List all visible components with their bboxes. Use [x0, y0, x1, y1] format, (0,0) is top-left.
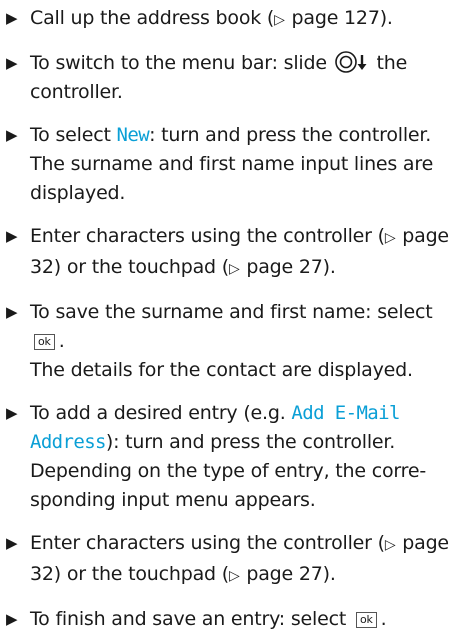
step-add-entry: ▶ To add a desired entry (e.g. Add E-Mai…: [6, 399, 457, 515]
page-ref-icon: ▷: [228, 261, 240, 277]
page-ref-icon: ▷: [274, 12, 285, 28]
step-address-book: ▶ Call up the address book (▷ page 127).: [6, 4, 457, 35]
step-finish-save: ▶ To finish and save an entry: select ok…: [6, 605, 457, 634]
menu-item-new[interactable]: New: [117, 124, 150, 146]
ok-button[interactable]: ok: [34, 334, 55, 350]
bullet-arrow-icon: ▶: [6, 610, 18, 628]
step-save-name: ▶ To save the surname and first name: se…: [6, 298, 457, 385]
ok-button[interactable]: ok: [355, 612, 377, 628]
page-ref-icon: ▷: [228, 568, 240, 584]
step-text: To select New: turn and press the contro…: [30, 124, 434, 204]
page-ref[interactable]: page 27: [246, 256, 322, 278]
bullet-arrow-icon: ▶: [6, 126, 18, 144]
bullet-arrow-icon: ▶: [6, 54, 18, 72]
step-enter-characters-2: ▶ Enter characters using the controller …: [6, 529, 457, 591]
step-menu-bar: ▶ To switch to the menu bar: slide the c…: [6, 49, 457, 107]
bullet-arrow-icon: ▶: [6, 9, 18, 27]
bullet-arrow-icon: ▶: [6, 303, 18, 321]
step-text: To finish and save an entry: select ok.: [30, 608, 387, 630]
page-ref-icon: ▷: [384, 230, 396, 246]
page-ref[interactable]: page 27: [246, 563, 322, 585]
bullet-arrow-icon: ▶: [6, 404, 18, 422]
step-text: Call up the address book (▷ page 127).: [30, 7, 393, 29]
instruction-list: ▶ Call up the address book (▷ page 127).…: [0, 0, 463, 634]
step-text: Enter characters using the controller (▷…: [30, 225, 449, 278]
bullet-arrow-icon: ▶: [6, 534, 18, 552]
step-text: To add a desired entry (e.g. Add E-Mail …: [30, 402, 426, 511]
step-text: Enter characters using the controller (▷…: [30, 532, 449, 585]
bullet-arrow-icon: ▶: [6, 227, 18, 245]
step-enter-characters: ▶ Enter characters using the controller …: [6, 222, 457, 284]
step-result: The details for the contact are displaye…: [30, 359, 413, 381]
step-text: To save the surname and first name: sele…: [30, 301, 433, 352]
step-select-new: ▶ To select New: turn and press the cont…: [6, 121, 457, 208]
page-ref[interactable]: page 127: [292, 7, 380, 29]
controller-slide-down-icon: [334, 51, 367, 73]
step-text: To switch to the menu bar: slide the con…: [30, 51, 408, 103]
page-ref-icon: ▷: [384, 537, 396, 553]
